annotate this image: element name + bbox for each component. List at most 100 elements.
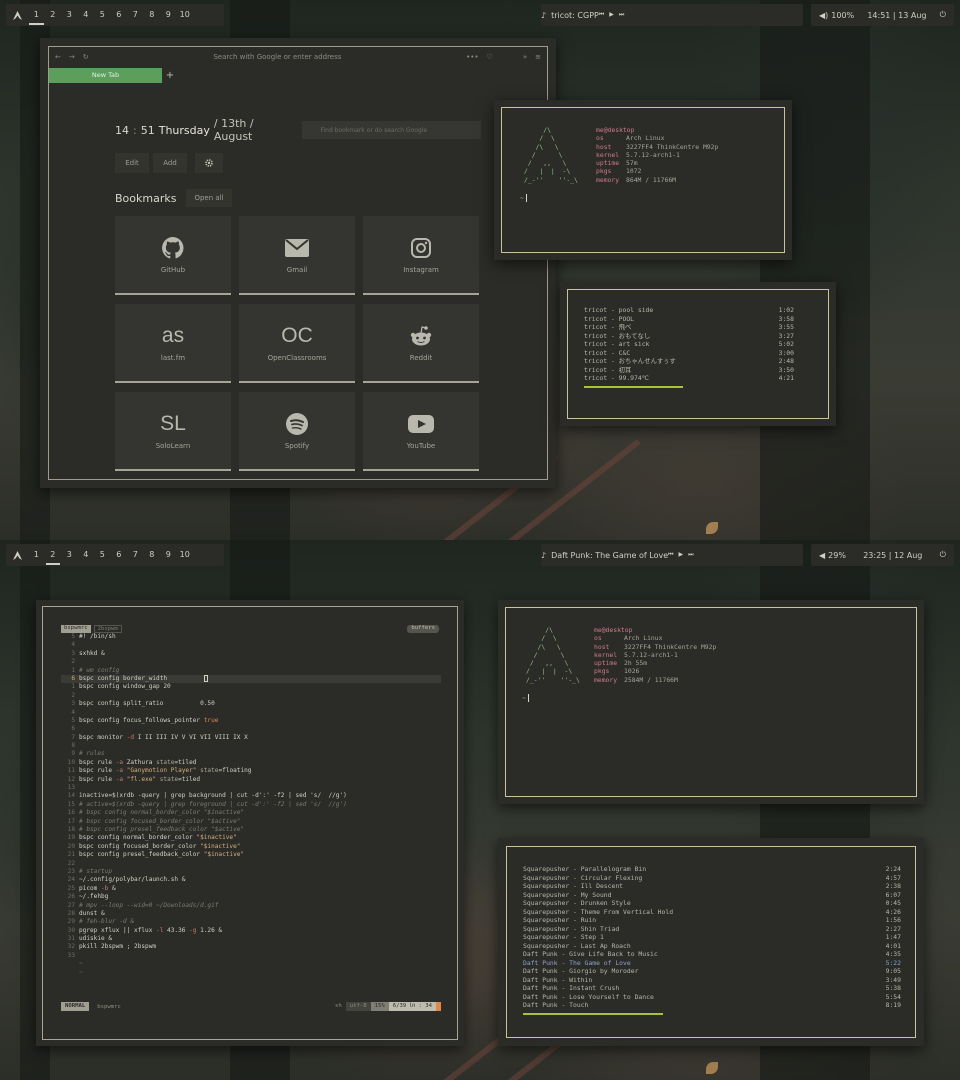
playlist-item[interactable]: tricot - 飛べ 3:55 <box>584 323 794 332</box>
workspace-1[interactable]: 1 <box>28 544 45 566</box>
workspace-4[interactable]: 4 <box>78 544 95 566</box>
tab-new-tab[interactable]: New Tab <box>49 67 162 83</box>
playlist-item[interactable]: tricot - おちゃんせんすぅす 2:48 <box>584 357 794 366</box>
next-icon[interactable]: ⏭ <box>688 551 693 559</box>
bookmark-instagram[interactable]: Instagram <box>363 216 479 295</box>
playlist-item[interactable]: Squarepusher - Theme From Vertical Hold 4… <box>523 908 901 917</box>
arch-logo-icon[interactable] <box>6 544 28 566</box>
arch-logo-icon[interactable] <box>6 4 28 26</box>
line-number: 22 <box>67 859 75 867</box>
workspace-6[interactable]: 6 <box>111 4 128 26</box>
next-icon[interactable]: ⏭ <box>619 11 624 19</box>
play-icon[interactable]: ▶ <box>679 551 684 559</box>
workspace-8[interactable]: 8 <box>144 4 161 26</box>
workspace-3[interactable]: 3 <box>61 544 78 566</box>
code-area[interactable]: 5 #! /bin/sh 4 3 sxhkd & 2 1 # wm config 6 bspc c… <box>61 633 441 977</box>
back-icon[interactable]: ← <box>55 53 61 61</box>
volume-indicator[interactable]: ◀ 29% <box>819 551 846 560</box>
bookmark-sololearn[interactable]: SL SoloLearn <box>115 392 231 471</box>
menu-icon[interactable]: ≡ <box>535 53 541 61</box>
playlist-item[interactable]: Squarepusher - Step 1 1:47 <box>523 933 901 942</box>
bookmark-youtube[interactable]: YouTube <box>363 392 479 471</box>
workspace-4[interactable]: 4 <box>78 4 95 26</box>
playlist-item[interactable]: Daft Punk - Lose Yourself to Dance 5:54 <box>523 993 901 1002</box>
playlist-item[interactable]: Daft Punk - Within 3:49 <box>523 976 901 985</box>
workspace-10[interactable]: 10 <box>177 544 194 566</box>
settings-gear-icon[interactable] <box>195 153 223 173</box>
power-icon[interactable]: ⏻ <box>940 10 946 20</box>
workspace-7[interactable]: 7 <box>127 544 144 566</box>
more-icon[interactable]: ••• <box>466 53 478 61</box>
workspace-6[interactable]: 6 <box>111 544 128 566</box>
playlist-item[interactable]: tricot - art sick 5:02 <box>584 340 794 349</box>
bookmark-github[interactable]: GitHub <box>115 216 231 295</box>
play-icon[interactable]: ▶ <box>609 11 614 19</box>
pocket-icon[interactable]: ♡ <box>487 53 493 61</box>
playlist-item[interactable]: tricot - 99.974℃ 4:21 <box>584 374 794 383</box>
playlist-item[interactable]: tricot - C&C 3:00 <box>584 349 794 358</box>
workspace-5[interactable]: 5 <box>94 544 111 566</box>
bookmark-spotify[interactable]: Spotify <box>239 392 355 471</box>
playlist-item[interactable]: Squarepusher - Parallelogram Bin 2:24 <box>523 865 901 874</box>
playlist-item[interactable]: Squarepusher - Last Ap Roach 4:01 <box>523 942 901 951</box>
playlist-item[interactable]: tricot - おもてなし 3:27 <box>584 332 794 341</box>
tab-bspwmrc[interactable]: bspwmrc <box>61 625 91 633</box>
workspace-9[interactable]: 9 <box>160 544 177 566</box>
workspace-8[interactable]: 8 <box>144 544 161 566</box>
new-tab-icon[interactable]: + <box>162 70 178 81</box>
power-icon[interactable]: ⏻ <box>940 550 946 560</box>
openclassrooms-icon: OC <box>281 323 313 347</box>
forward-icon[interactable]: → <box>69 53 75 61</box>
workspace-2[interactable]: 2 <box>45 544 62 566</box>
bookmark-reddit[interactable]: Reddit <box>363 304 479 383</box>
workspace-10[interactable]: 10 <box>177 4 194 26</box>
edit-button[interactable]: Edit <box>115 153 149 173</box>
playlist-item[interactable]: tricot - pool side 1:02 <box>584 306 794 315</box>
bookmark-search-input[interactable]: Find bookmark or do search Google <box>302 121 481 139</box>
code-token: -a <box>115 775 124 783</box>
bookmark-last-fm[interactable]: as last.fm <box>115 304 231 383</box>
shell-prompt[interactable]: ~ <box>522 694 529 702</box>
playlist-item[interactable]: Squarepusher - Ruin 1:56 <box>523 916 901 925</box>
previous-icon[interactable]: ⏮ <box>599 11 604 19</box>
playlist-item[interactable]: Squarepusher - My Sound 6:07 <box>523 891 901 900</box>
open-all-button[interactable]: Open all <box>186 189 232 207</box>
playlist-item[interactable]: Daft Punk - Give Life Back to Music 4:35 <box>523 950 901 959</box>
playlist-item[interactable]: Squarepusher - Shin Triad 2:27 <box>523 925 901 934</box>
line-number: 3 <box>71 700 75 708</box>
workspace-2[interactable]: 2 <box>45 4 62 26</box>
info-key: uptime <box>594 659 618 668</box>
playlist-item[interactable]: Daft Punk - Instant Crush 5:38 <box>523 984 901 993</box>
playlist-item[interactable]: Squarepusher - Ill Descent 2:38 <box>523 882 901 891</box>
volume-indicator[interactable]: ◀) 100% <box>819 11 854 20</box>
code-line: 25 picom -b & <box>61 885 441 893</box>
playlist-item[interactable]: Squarepusher - Drunken Style 0:45 <box>523 899 901 908</box>
status-bar: ◀) 100% 14:51 | 13 Aug ⏻ <box>811 4 954 26</box>
playlist-item[interactable]: Daft Punk - Giorgio by Moroder 9:05 <box>523 967 901 976</box>
workspace-3[interactable]: 3 <box>61 4 78 26</box>
address-input[interactable]: Search with Google or enter address <box>97 53 459 61</box>
workspace-1[interactable]: 1 <box>28 4 45 26</box>
playlist-item[interactable]: tricot - 初耳 3:50 <box>584 366 794 375</box>
track-title: Squarepusher - My Sound <box>523 890 612 899</box>
line-number: 26 <box>67 893 75 901</box>
bookmark-gmail[interactable]: Gmail <box>239 216 355 295</box>
shell-prompt[interactable]: ~ <box>520 194 527 202</box>
info-row-kernel: kernel 5.7.12-arch1-1 <box>596 151 718 159</box>
code-token: picom <box>79 884 102 892</box>
code-line: 10 bspc rule -a Zathura state =tiled <box>61 759 441 767</box>
bookmark-openclassrooms[interactable]: OC OpenClassrooms <box>239 304 355 383</box>
workspace-5[interactable]: 5 <box>94 4 111 26</box>
tab-2bspwm[interactable]: 2bspwm <box>93 625 122 633</box>
playlist-item[interactable]: Daft Punk - The Game of Love 5:22 <box>523 959 901 968</box>
overflow-icon[interactable]: » <box>523 53 527 61</box>
previous-icon[interactable]: ⏮ <box>668 551 673 559</box>
playlist-item[interactable]: tricot - POOL 3:58 <box>584 315 794 324</box>
workspace-7[interactable]: 7 <box>127 4 144 26</box>
workspace-9[interactable]: 9 <box>160 4 177 26</box>
playlist-item[interactable]: Squarepusher - Circular Flexing 4:57 <box>523 874 901 883</box>
reload-icon[interactable]: ↻ <box>83 53 89 61</box>
code-line: 24 ~/.config/polybar/launch.sh & <box>61 876 441 884</box>
playlist-item[interactable]: Daft Punk - Touch 8:19 <box>523 1001 901 1010</box>
add-button[interactable]: Add <box>153 153 187 173</box>
